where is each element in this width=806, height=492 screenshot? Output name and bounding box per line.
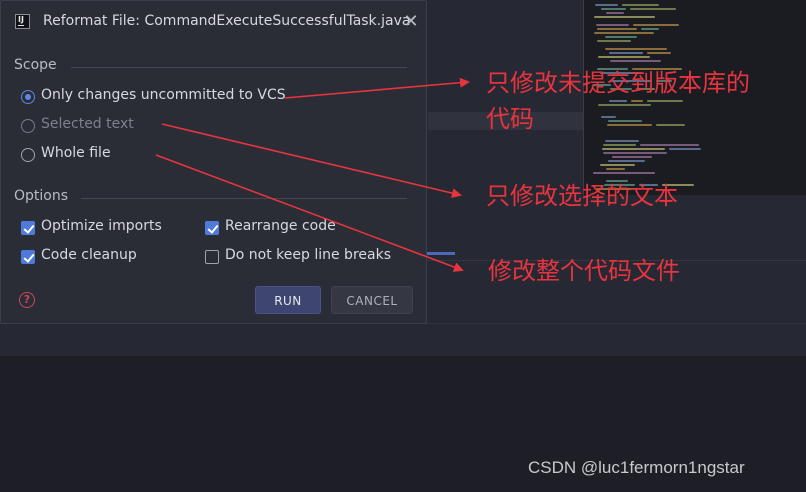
code-line [594, 32, 654, 34]
options-section-label: Options [14, 188, 69, 204]
code-line [605, 36, 637, 38]
code-line [593, 172, 655, 174]
code-line [608, 120, 642, 122]
code-line [606, 168, 625, 170]
code-line [609, 52, 643, 54]
dialog-title-bar[interactable]: IJ Reformat File: CommandExecuteSuccessf… [1, 1, 426, 43]
code-line [603, 152, 667, 154]
code-line [596, 24, 629, 26]
code-line [607, 124, 652, 126]
checkbox-keep-line-breaks[interactable] [205, 250, 219, 264]
code-line [622, 4, 659, 6]
code-line [631, 100, 643, 102]
annotation-selected-text: 只修改选择的文本 [486, 182, 678, 210]
code-line [641, 28, 659, 30]
watermark: CSDN @luc1fermorn1ngstar [528, 458, 745, 477]
checkbox-optimize-imports[interactable] [21, 221, 35, 235]
code-line [610, 60, 661, 62]
code-line [605, 48, 667, 50]
code-line [600, 164, 635, 166]
code-line [656, 124, 685, 126]
checkbox-rearrange-code-label[interactable]: Rearrange code [225, 218, 336, 234]
code-line [598, 104, 651, 106]
app-icon-text: IJ [18, 15, 24, 24]
code-line [601, 8, 626, 10]
checkbox-code-cleanup-label[interactable]: Code cleanup [41, 247, 137, 263]
code-line [609, 100, 627, 102]
code-line [647, 100, 683, 102]
code-line [608, 160, 645, 162]
scope-section-label: Scope [14, 57, 57, 73]
code-line [606, 12, 624, 14]
code-line [597, 28, 637, 30]
code-line [612, 156, 652, 158]
code-line [605, 140, 639, 142]
checkbox-rearrange-code[interactable] [205, 221, 219, 235]
radio-selected-text[interactable] [21, 119, 35, 133]
reformat-file-dialog: IJ Reformat File: CommandExecuteSuccessf… [0, 0, 427, 324]
annotation-uncommitted-line2: 代码 [486, 105, 534, 133]
run-button[interactable]: RUN [255, 286, 321, 314]
annotation-uncommitted-line1: 只修改未提交到版本库的 [486, 69, 750, 97]
code-line [601, 116, 616, 118]
radio-uncommitted-changes-label[interactable]: Only changes uncommitted to VCS [41, 87, 286, 103]
code-line [602, 148, 665, 150]
help-icon[interactable]: ? [19, 292, 35, 308]
intellij-logo-icon: IJ [15, 14, 30, 29]
annotation-whole-file: 修改整个代码文件 [488, 257, 680, 285]
code-line [597, 40, 631, 42]
options-separator [81, 198, 407, 199]
code-line [640, 144, 699, 146]
code-line [595, 4, 618, 6]
dialog-title: Reformat File: CommandExecuteSuccessfulT… [43, 13, 411, 29]
checkbox-optimize-imports-label[interactable]: Optimize imports [41, 218, 162, 234]
radio-selected-text-label[interactable]: Selected text [41, 116, 134, 132]
cancel-button[interactable]: CANCEL [331, 286, 413, 314]
code-line [633, 24, 679, 26]
code-line [603, 144, 636, 146]
code-line [594, 16, 655, 18]
scope-separator [71, 67, 407, 68]
checkbox-keep-line-breaks-label[interactable]: Do not keep line breaks [225, 247, 391, 263]
code-line [598, 56, 650, 58]
code-line [647, 52, 671, 54]
radio-whole-file-label[interactable]: Whole file [41, 145, 111, 161]
radio-whole-file[interactable] [21, 148, 35, 162]
code-line [630, 8, 676, 10]
close-icon[interactable]: ✕ [401, 12, 421, 32]
radio-uncommitted-changes[interactable] [21, 90, 35, 104]
checkbox-code-cleanup[interactable] [21, 250, 35, 264]
code-line [669, 148, 701, 150]
